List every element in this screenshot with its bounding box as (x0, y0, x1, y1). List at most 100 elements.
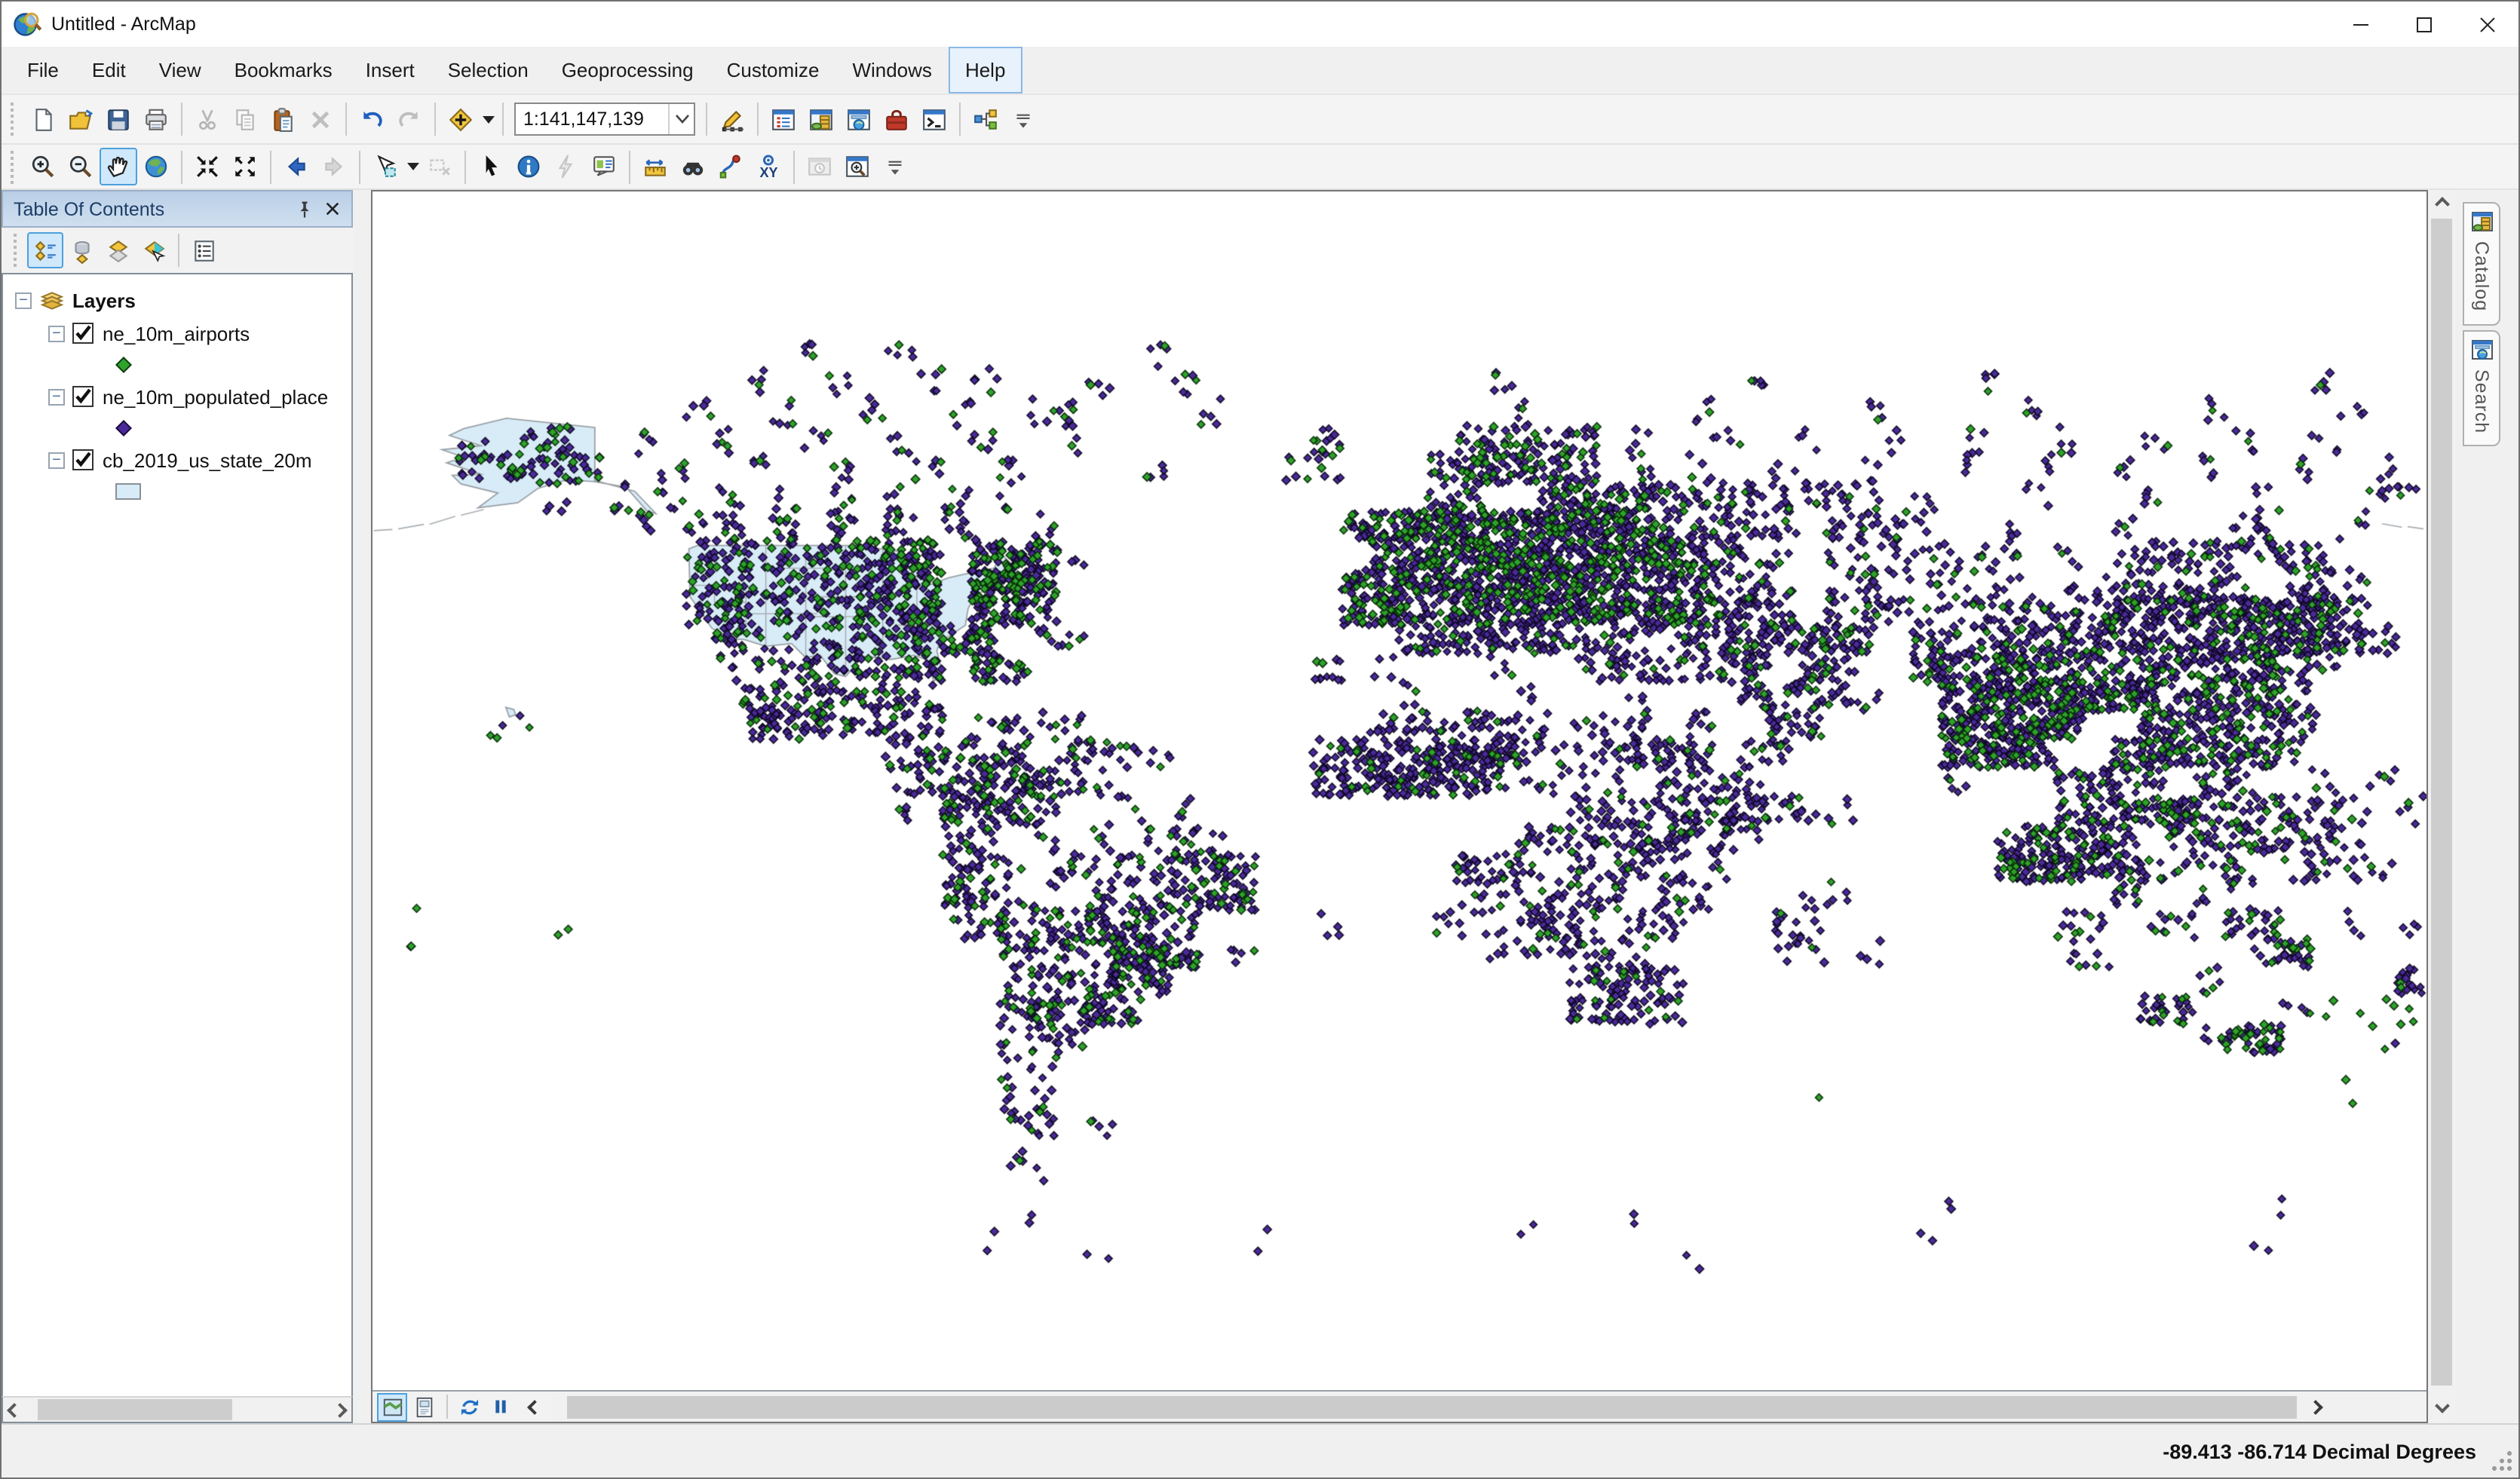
expand-collapse-icon[interactable]: − (48, 388, 65, 405)
refresh-button[interactable] (454, 1392, 484, 1421)
overflow-button[interactable] (876, 148, 914, 185)
menu-file[interactable]: File (11, 47, 75, 93)
toolbar-grip[interactable] (9, 103, 20, 136)
layer-name[interactable]: ne_10m_populated_place (103, 385, 328, 408)
toc-horizontal-scrollbar[interactable] (2, 1396, 353, 1423)
toolbar-separator (706, 103, 707, 136)
resize-grip[interactable] (2491, 1450, 2512, 1471)
editor-pencil-button[interactable] (713, 100, 751, 138)
search-window-button[interactable] (840, 100, 878, 138)
modelbuilder-button[interactable] (967, 100, 1004, 138)
layer-visibility-checkbox[interactable] (72, 449, 94, 470)
zoom-out-button[interactable] (62, 148, 100, 185)
expand-collapse-icon[interactable]: − (48, 325, 65, 341)
map-scale-combobox[interactable] (514, 103, 695, 136)
arctoolbox-button[interactable] (878, 100, 915, 138)
list-visibility-button[interactable] (100, 232, 136, 268)
map-vscroll-thumb[interactable] (2431, 219, 2452, 1386)
save-button[interactable] (100, 100, 137, 138)
layer-name[interactable]: cb_2019_us_state_20m (103, 449, 312, 471)
tab-search[interactable]: Search (2463, 329, 2500, 446)
toolbar-grip[interactable] (12, 234, 23, 267)
menu-help[interactable]: Help (949, 47, 1022, 93)
layer-name[interactable]: ne_10m_airports (103, 322, 250, 344)
scroll-right-icon[interactable] (333, 1402, 348, 1417)
toc-window-button[interactable] (765, 100, 802, 138)
select-elements-button[interactable] (472, 148, 510, 185)
layers-group-label[interactable]: Layers (72, 289, 136, 311)
maximize-button[interactable] (2392, 2, 2455, 47)
pin-icon[interactable] (291, 195, 318, 222)
scroll-up-icon[interactable] (2434, 197, 2449, 212)
list-selection-button[interactable] (136, 232, 172, 268)
measure-button[interactable] (636, 148, 674, 185)
layer-row[interactable]: − ne_10m_airports (3, 317, 351, 350)
menu-geoprocessing[interactable]: Geoprocessing (545, 47, 710, 93)
map-canvas[interactable] (372, 191, 2426, 1390)
add-data-icon (448, 106, 474, 132)
new-doc-button[interactable] (24, 100, 62, 138)
layer-symbol[interactable] (115, 419, 133, 437)
pause-drawing-button[interactable] (486, 1392, 516, 1421)
pan-button[interactable] (100, 148, 137, 185)
menu-selection[interactable]: Selection (431, 47, 545, 93)
undo-button[interactable] (353, 100, 391, 138)
fixed-zoom-in-button[interactable] (189, 148, 226, 185)
map-horizontal-scrollbar[interactable] (552, 1394, 2399, 1419)
fixed-zoom-out-button[interactable] (226, 148, 264, 185)
viewer-window-button[interactable] (838, 148, 876, 185)
find-button[interactable] (674, 148, 712, 185)
print-button[interactable] (137, 100, 175, 138)
map-scale-input[interactable] (516, 109, 668, 130)
layer-symbol[interactable] (115, 482, 142, 501)
identify-button[interactable] (510, 148, 547, 185)
layer-visibility-checkbox[interactable] (72, 323, 94, 344)
overflow-button[interactable] (1004, 100, 1042, 138)
map-scroll-right-icon[interactable] (2308, 1399, 2323, 1414)
menu-windows[interactable]: Windows (835, 47, 949, 93)
catalog-window-button[interactable] (802, 100, 840, 138)
menu-customize[interactable]: Customize (710, 47, 836, 93)
toc-options-button[interactable] (185, 232, 222, 268)
menu-insert[interactable]: Insert (349, 47, 431, 93)
layout-view-button[interactable] (409, 1392, 439, 1421)
scale-dropdown-icon[interactable] (668, 104, 694, 134)
expand-collapse-icon[interactable]: − (48, 452, 65, 468)
map-hscroll-thumb[interactable] (567, 1395, 2297, 1418)
close-button[interactable] (2455, 2, 2518, 47)
scroll-down-icon[interactable] (2434, 1398, 2449, 1413)
layer-row[interactable]: − cb_2019_us_state_20m (3, 443, 351, 476)
zoom-in-button[interactable] (24, 148, 62, 185)
toc-close-icon[interactable] (318, 195, 345, 222)
data-view-button[interactable] (377, 1392, 407, 1421)
add-data-button[interactable] (442, 100, 480, 138)
list-drawing-order-button[interactable] (27, 232, 63, 268)
find-route-button[interactable] (712, 148, 750, 185)
python-window-button[interactable] (915, 100, 953, 138)
select-features-button[interactable] (366, 148, 404, 185)
toc-group-row[interactable]: − Layers (3, 283, 351, 317)
map-vertical-scrollbar[interactable] (2428, 190, 2455, 1423)
paste-button[interactable] (264, 100, 302, 138)
list-source-button[interactable] (63, 232, 100, 268)
tab-catalog[interactable]: Catalog (2463, 202, 2500, 325)
layer-visibility-checkbox[interactable] (72, 386, 94, 407)
dropdown-caret-icon[interactable] (480, 100, 496, 138)
menu-bookmarks[interactable]: Bookmarks (218, 47, 349, 93)
layer-row[interactable]: − ne_10m_populated_place (3, 380, 351, 413)
map-scroll-left-icon[interactable] (527, 1399, 542, 1414)
toolbar-grip[interactable] (9, 150, 20, 183)
open-folder-button[interactable] (62, 100, 100, 138)
expand-collapse-icon[interactable]: − (15, 292, 32, 308)
layer-symbol[interactable] (115, 356, 133, 374)
menu-view[interactable]: View (143, 47, 218, 93)
scroll-left-icon[interactable] (7, 1402, 22, 1417)
minimize-button[interactable] (2328, 2, 2392, 47)
full-extent-button[interactable] (137, 148, 175, 185)
back-arrow-button[interactable] (277, 148, 315, 185)
dropdown-caret-icon[interactable] (404, 148, 421, 185)
toc-hscroll-thumb[interactable] (38, 1399, 231, 1420)
go-to-xy-button[interactable]: XY (750, 148, 787, 185)
html-popup-button[interactable] (585, 148, 623, 185)
menu-edit[interactable]: Edit (75, 47, 143, 93)
